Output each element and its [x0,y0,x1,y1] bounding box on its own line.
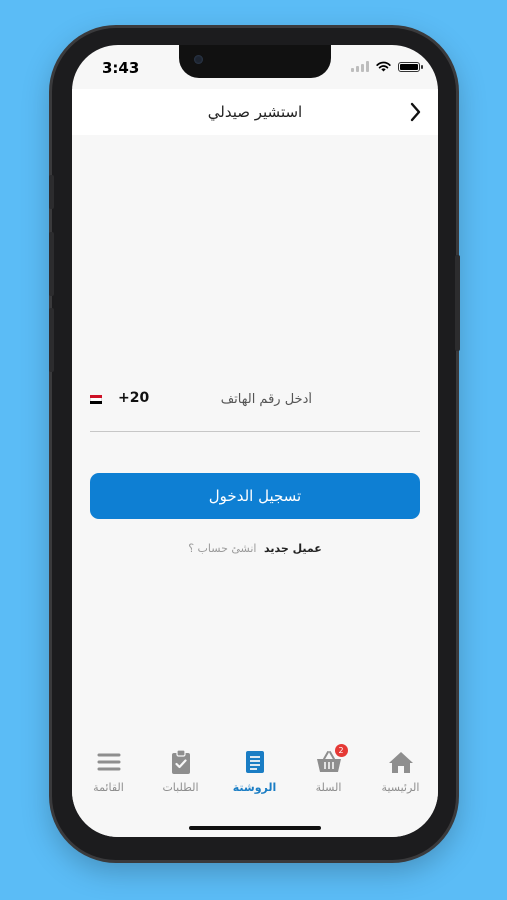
tab-prescription-label: الروشتة [232,781,277,794]
phone-number-input[interactable] [176,383,314,415]
tab-prescription[interactable]: الروشتة [218,749,291,794]
orders-clipboard-icon [171,749,190,774]
create-account-link[interactable]: انشئ حساب ؟ [188,542,256,555]
home-indicator[interactable] [189,826,321,830]
tab-home[interactable]: الرئيسية [364,749,437,794]
back-button[interactable] [406,101,424,123]
country-code[interactable]: +20 [118,390,149,406]
mute-switch [49,175,54,209]
signup-prompt: عميل جديد انشئ حساب ؟ [72,542,438,555]
new-customer-label: عميل جديد [263,542,322,555]
status-icons [351,61,423,72]
basket-icon-wrap: 2 [316,744,348,775]
camera [194,55,203,64]
tab-cart-label: السلة [315,781,342,794]
menu-icon [97,753,120,771]
tab-home-label: الرئيسية [381,781,420,794]
cart-count-badge: 2 [334,744,348,757]
wifi-icon [376,61,391,72]
phone-number-row: +20 [90,375,420,431]
volume-down-button [49,308,54,372]
egypt-flag-icon[interactable] [90,395,102,404]
tab-menu-label: القائمة [93,781,124,794]
prescription-icon [245,751,264,773]
login-button[interactable]: تسجيل الدخول [90,473,420,519]
phone-input-underline [90,431,420,432]
page-title: استشير صيدلي [207,103,303,121]
tab-orders-label: الطلبات [162,781,199,794]
app-screen: 3:43 استشير صيدلي +20 تسجيل الدخول ع [72,45,438,837]
status-time: 3:43 [102,59,140,77]
home-icon [388,752,413,773]
tab-cart[interactable]: 2 السلة [292,744,365,794]
tab-menu[interactable]: القائمة [72,749,145,794]
power-button [455,255,460,351]
bottom-tab-bar: الرئيسية 2 السلة الروشتة الطلبات القائمة [72,739,438,837]
signal-icon [351,61,369,72]
app-header: استشير صيدلي [72,89,438,135]
volume-up-button [49,232,54,296]
chevron-right-icon [410,102,421,122]
tab-orders[interactable]: الطلبات [144,749,217,794]
battery-icon [398,61,423,72]
